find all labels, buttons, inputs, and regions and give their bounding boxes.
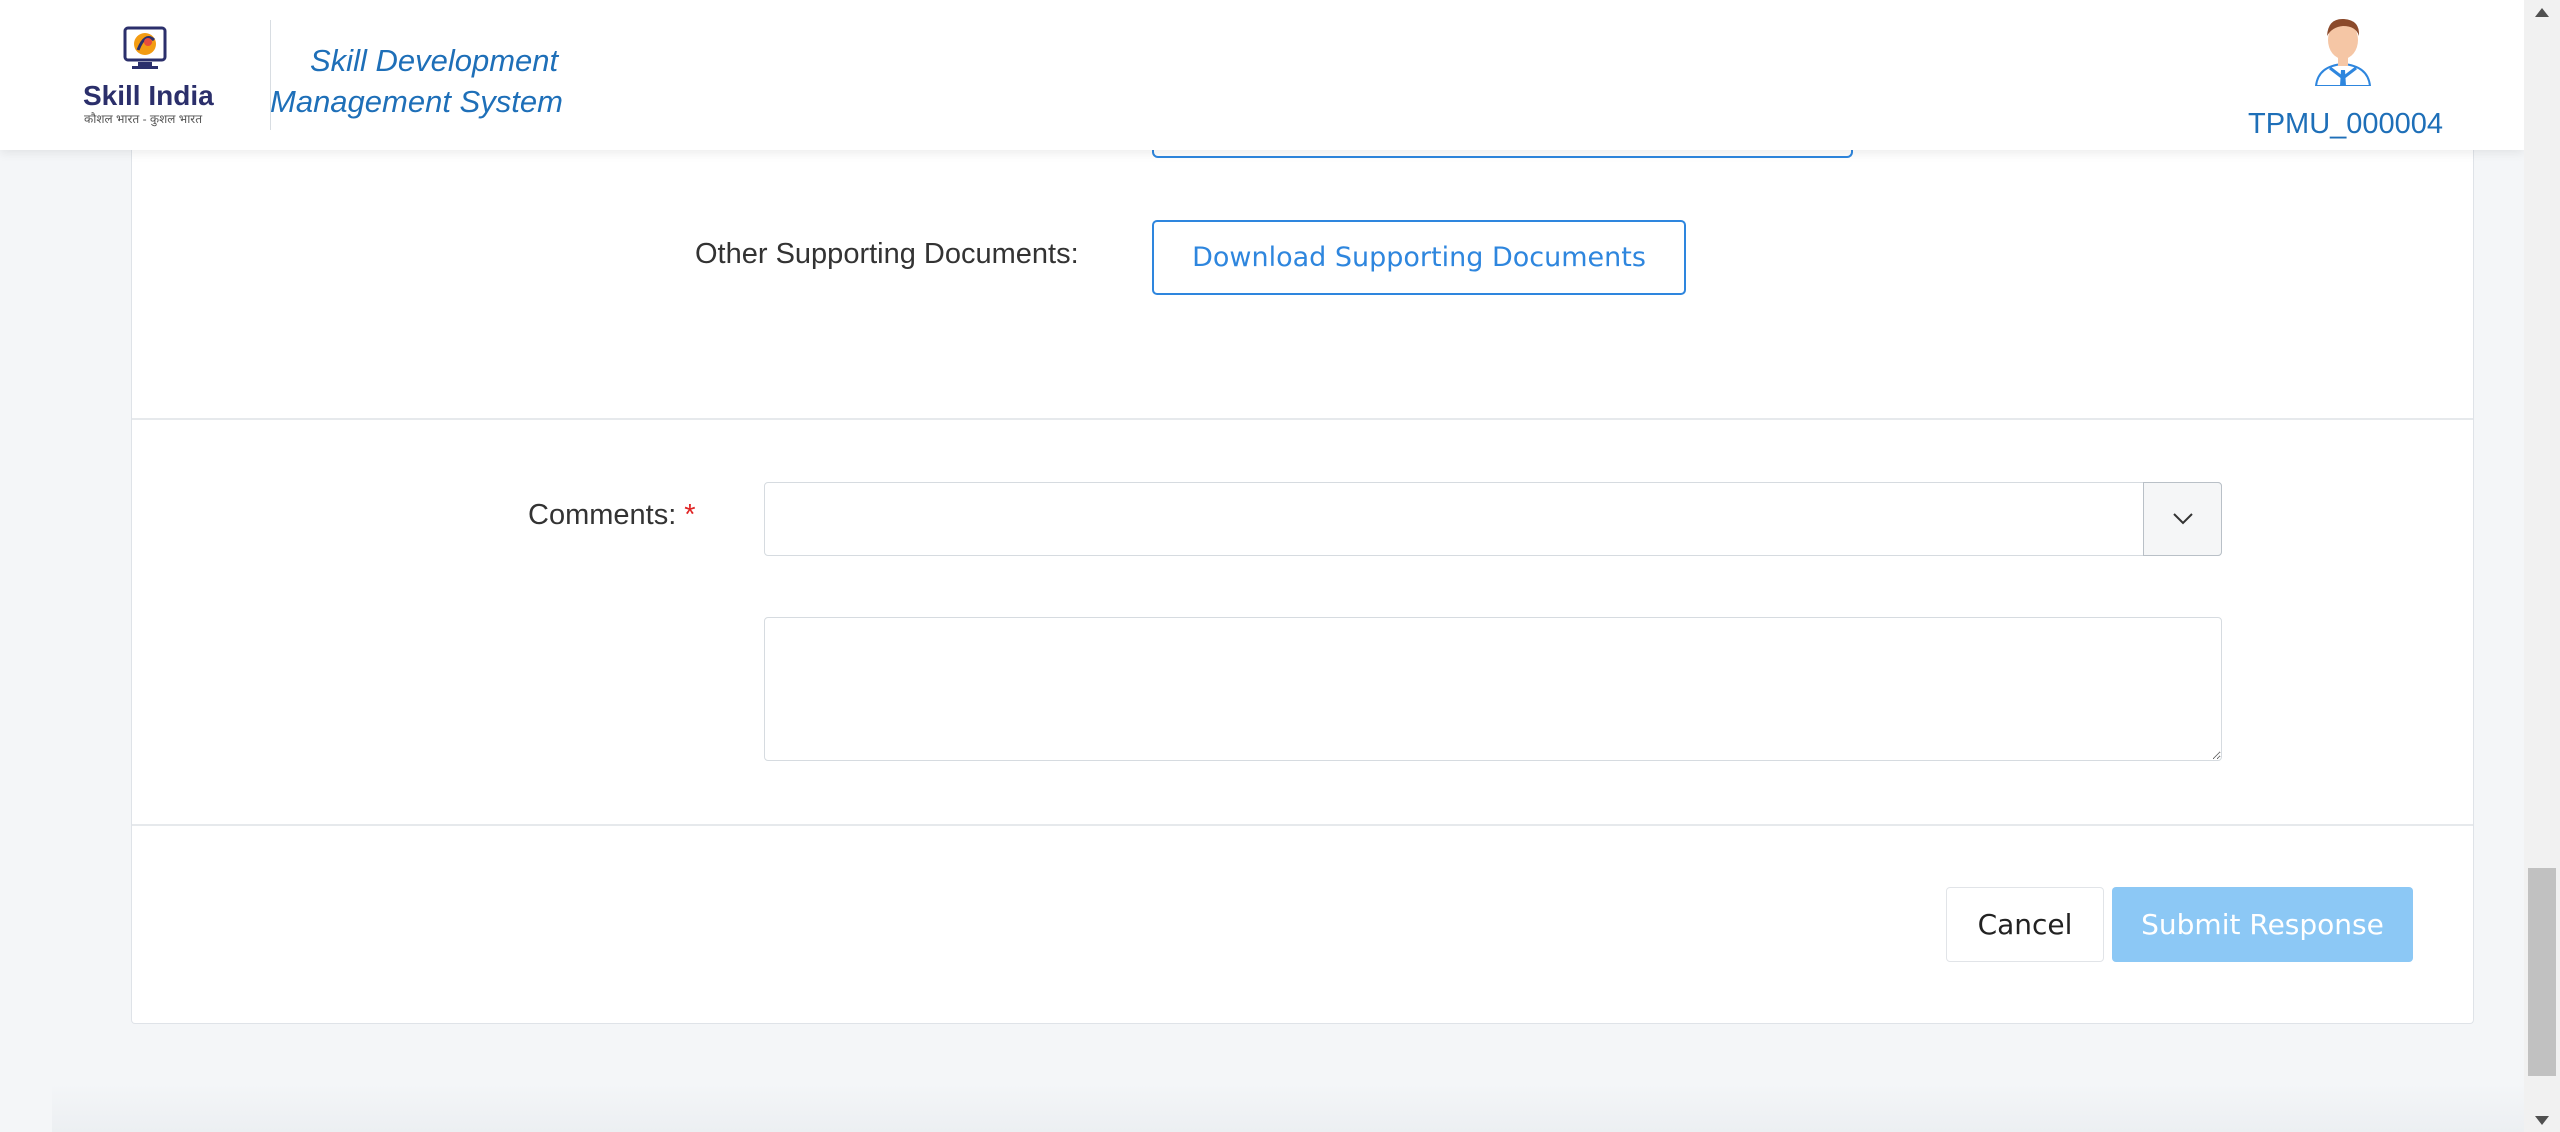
cancel-button[interactable]: Cancel [1946,887,2104,962]
footer [52,1083,2524,1132]
user-avatar-icon[interactable] [2310,12,2376,86]
section-divider [132,418,2473,420]
triangle-down-icon [2535,1115,2549,1125]
comments-label: Comments: * [528,499,696,532]
user-id[interactable]: TPMU_000004 [2248,108,2443,141]
chevron-down-icon [2172,513,2193,525]
scroll-down-button[interactable] [2524,1108,2560,1132]
logo-text: Skill India [83,80,214,111]
submit-response-button[interactable]: Submit Response [2112,887,2413,962]
download-supporting-documents-button[interactable]: Download Supporting Documents [1152,220,1686,295]
comments-select[interactable] [764,482,2222,556]
required-marker: * [684,499,696,531]
scrollbar-thumb[interactable] [2528,868,2556,1076]
actions-divider [132,824,2473,826]
logo-subtext: कौशल भारत - कुशल भारत [84,112,203,126]
comments-textarea[interactable] [764,617,2222,761]
triangle-up-icon [2535,7,2549,17]
comments-label-text: Comments: [528,499,677,531]
scroll-up-button[interactable] [2524,0,2560,24]
top-header: Skill India कौशल भारत - कुशल भारत Skill … [0,0,2524,150]
comments-select-toggle[interactable] [2143,482,2222,556]
page-content: Other Supporting Documents: Download Sup… [0,0,2524,1132]
supporting-documents-label: Other Supporting Documents: [695,238,1079,270]
app-title: Skill Development Management System [270,43,563,119]
vertical-scrollbar[interactable] [2524,0,2560,1132]
